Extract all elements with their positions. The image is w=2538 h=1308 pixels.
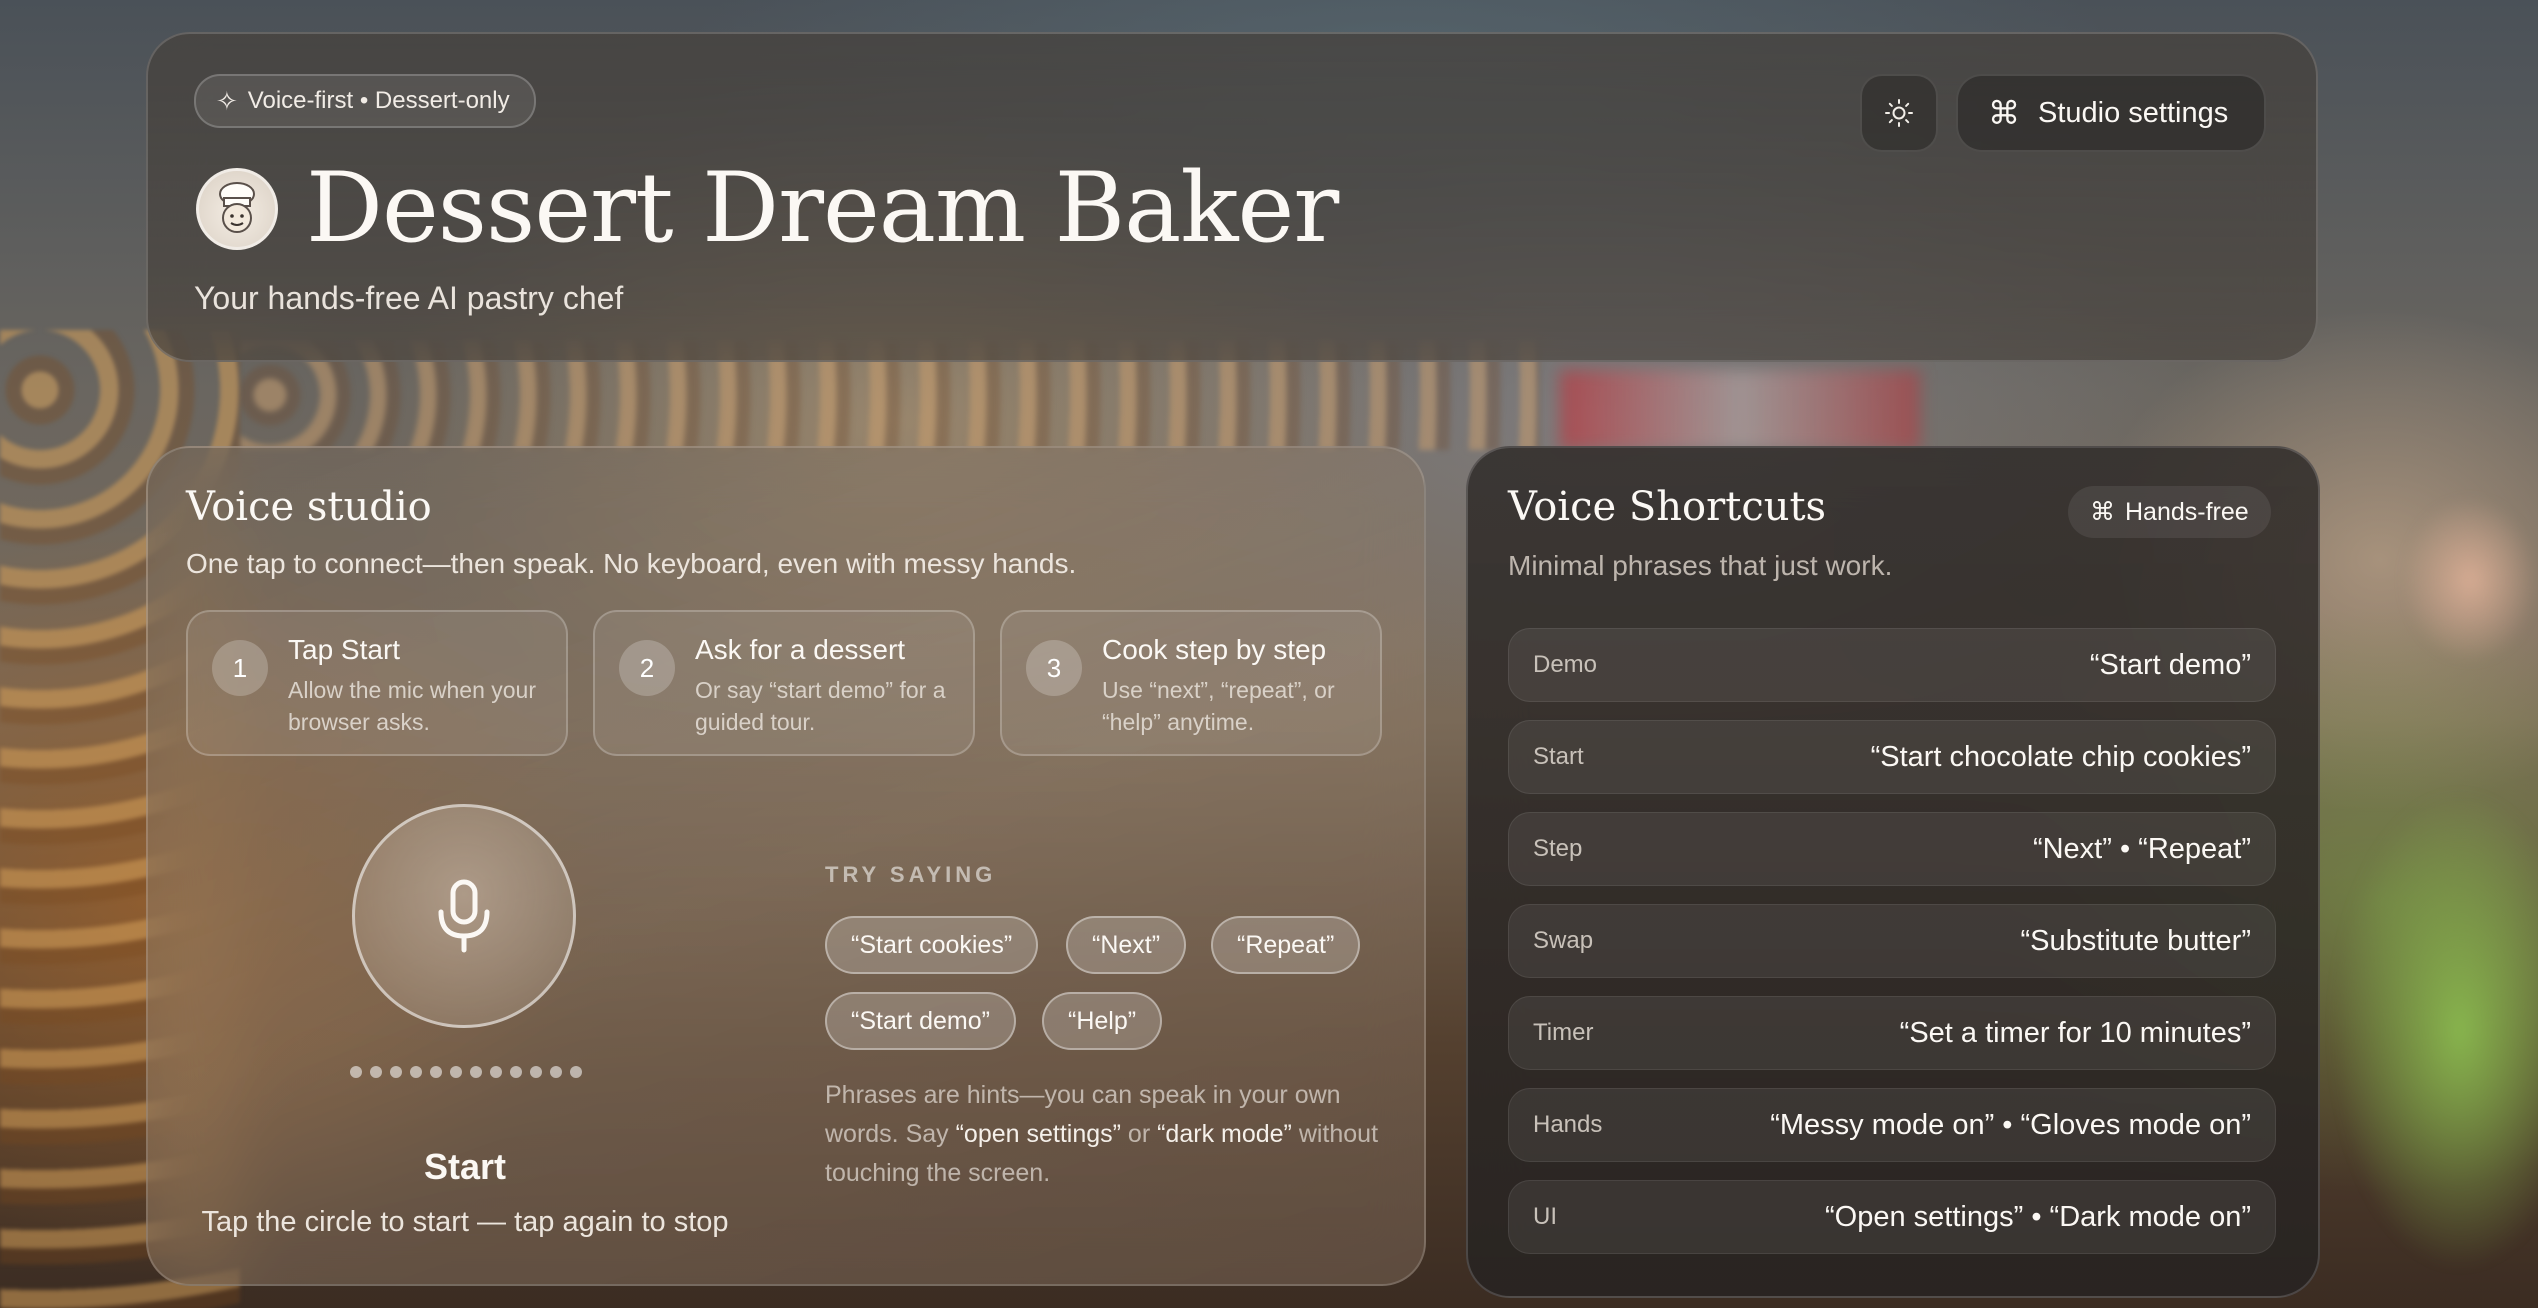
- hands-free-badge: ⌘ Hands-free: [2068, 486, 2271, 538]
- theme-toggle-button[interactable]: [1860, 74, 1938, 152]
- voice-shortcuts-subtitle: Minimal phrases that just work.: [1508, 550, 1893, 581]
- step-number: 1: [212, 640, 268, 696]
- shortcut-key: Hands: [1533, 1111, 1603, 1138]
- sun-icon: [1885, 99, 1913, 127]
- shortcut-row: UI “Open settings” • “Dark mode on”: [1508, 1180, 2276, 1254]
- step-description: Or say “start demo” for a guided tour.: [695, 677, 946, 735]
- shortcut-phrase: “Substitute butter”: [2020, 925, 2252, 957]
- chip-start-cookies[interactable]: “Start cookies”: [825, 916, 1039, 974]
- mic-status-label: Start: [423, 1146, 507, 1187]
- voice-studio-title: Voice studio: [186, 484, 432, 530]
- step-number: 2: [619, 640, 675, 696]
- step-title: Ask for a dessert: [695, 634, 906, 665]
- mode-tag-label: Voice-first • Dessert-only: [247, 87, 510, 114]
- shortcut-row: Hands “Messy mode on” • “Gloves mode on”: [1508, 1088, 2276, 1162]
- shortcut-key: UI: [1533, 1203, 1557, 1230]
- chip-next[interactable]: “Next”: [1066, 916, 1187, 974]
- shortcut-row: Swap “Substitute butter”: [1508, 904, 2276, 978]
- shortcut-row: Demo “Start demo”: [1508, 628, 2276, 702]
- microphone-icon: [438, 879, 490, 953]
- mode-tag: ✧ Voice-first • Dessert-only: [194, 74, 536, 128]
- command-icon: ⌘: [1988, 95, 2020, 131]
- voice-shortcuts-title: Voice Shortcuts: [1508, 484, 1827, 530]
- mic-hint: Tap the circle to start — tap again to s…: [201, 1206, 729, 1238]
- studio-settings-button[interactable]: ⌘ Studio settings: [1956, 74, 2267, 152]
- shortcut-key: Demo: [1533, 651, 1598, 678]
- shortcut-row: Start “Start chocolate chip cookies”: [1508, 720, 2276, 794]
- command-icon: ⌘: [2090, 498, 2115, 526]
- shortcut-phrase: “Start chocolate chip cookies”: [1870, 741, 2251, 773]
- shortcut-phrase: “Set a timer for 10 minutes”: [1899, 1017, 2251, 1049]
- phrase-hint-text: Phrases are hints—you can speak in your …: [825, 1081, 1379, 1187]
- chef-face-icon: [196, 168, 278, 250]
- step-card-2: 2 Ask for a dessert Or say “start demo” …: [593, 610, 975, 756]
- step-card-1: 1 Tap Start Allow the mic when your brow…: [186, 610, 568, 756]
- shortcut-key: Start: [1533, 743, 1584, 770]
- voice-studio-subtitle: One tap to connect—then speak. No keyboa…: [186, 548, 1077, 579]
- step-card-3: 3 Cook step by step Use “next”, “repeat”…: [1000, 610, 1382, 756]
- shortcut-phrase: “Start demo”: [2089, 649, 2251, 681]
- step-description: Allow the mic when your browser asks.: [288, 677, 536, 735]
- studio-settings-label: Studio settings: [2038, 96, 2229, 129]
- hands-free-label: Hands-free: [2125, 497, 2249, 526]
- shortcut-key: Step: [1533, 835, 1583, 862]
- shortcut-phrase: “Messy mode on” • “Gloves mode on”: [1770, 1109, 2251, 1141]
- try-saying-label: TRY SAYING: [825, 862, 997, 887]
- app-title: Dessert Dream Baker: [306, 152, 1339, 264]
- step-description: Use “next”, “repeat”, or “help” anytime.: [1102, 677, 1335, 735]
- step-number: 3: [1026, 640, 1082, 696]
- sparkle-icon: ✧: [216, 85, 238, 116]
- shortcut-phrase: “Next” • “Repeat”: [2032, 833, 2251, 865]
- shortcut-key: Swap: [1533, 927, 1594, 954]
- step-title: Cook step by step: [1102, 634, 1327, 665]
- shortcut-row: Step “Next” • “Repeat”: [1508, 812, 2276, 886]
- step-title: Tap Start: [288, 634, 401, 665]
- shortcut-phrase: “Open settings” • “Dark mode on”: [1825, 1201, 2251, 1233]
- shortcut-key: Timer: [1533, 1019, 1594, 1046]
- chip-repeat[interactable]: “Repeat”: [1211, 916, 1361, 974]
- mic-start-button[interactable]: [352, 804, 576, 1028]
- chip-help[interactable]: “Help”: [1042, 992, 1163, 1050]
- shortcut-row: Timer “Set a timer for 10 minutes”: [1508, 996, 2276, 1070]
- audio-level-dots: [350, 1066, 582, 1078]
- app-subtitle: Your hands-free AI pastry chef: [194, 280, 624, 316]
- chip-start-demo[interactable]: “Start demo”: [825, 992, 1016, 1050]
